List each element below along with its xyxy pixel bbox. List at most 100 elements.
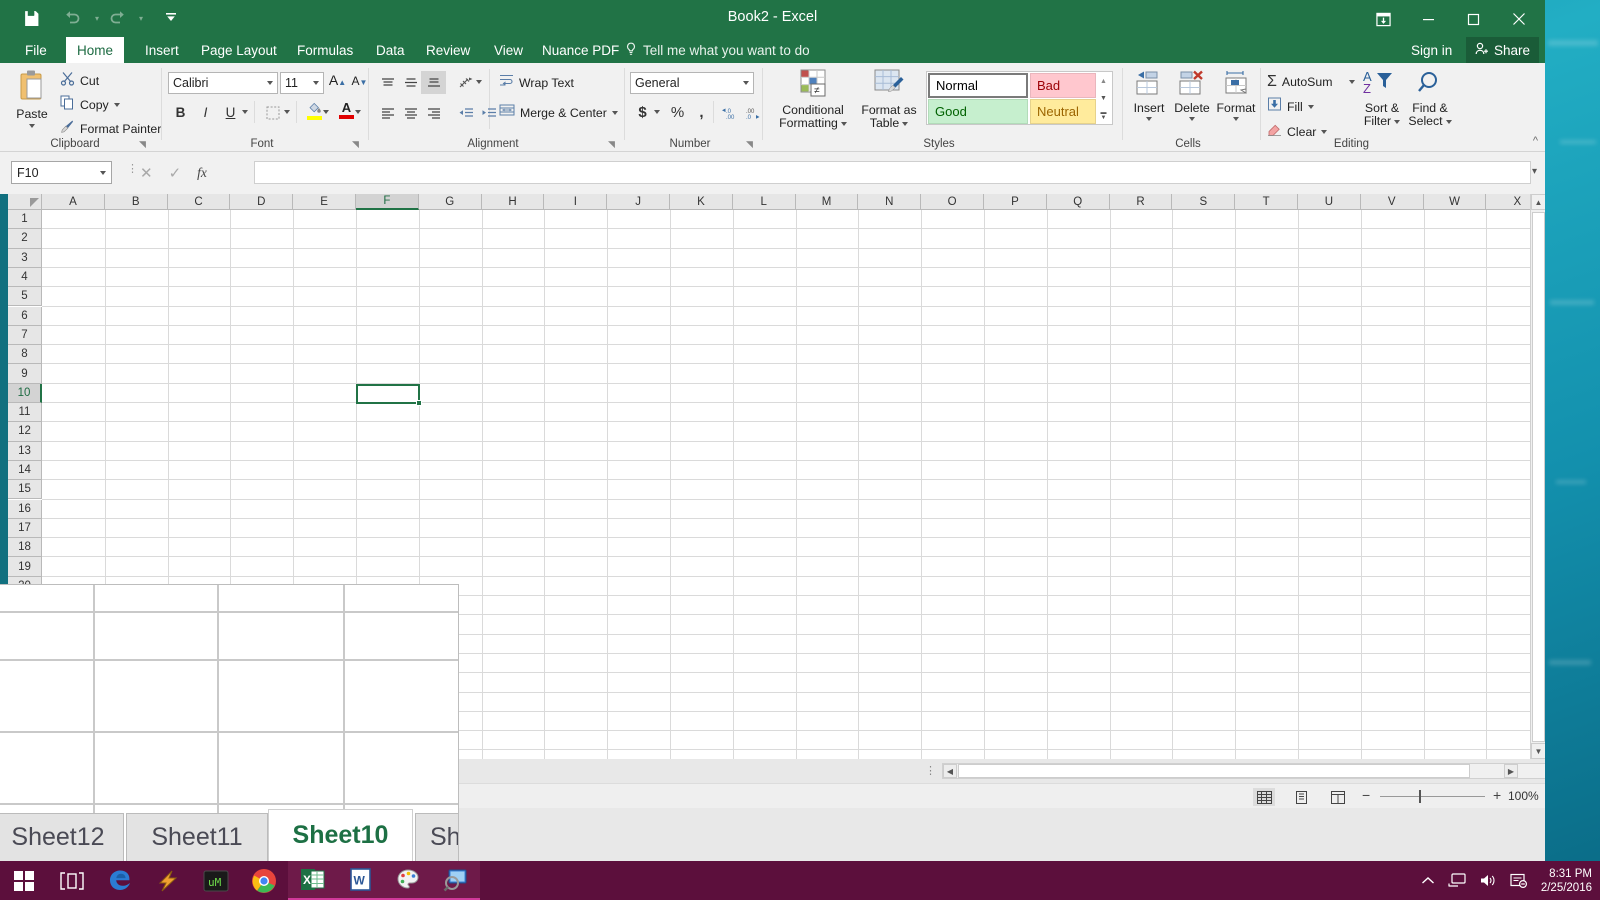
percent-style-button[interactable]: % [665, 101, 690, 124]
collapse-ribbon-icon[interactable]: ^ [1533, 135, 1538, 147]
paste-button[interactable]: Paste [8, 69, 56, 128]
column-header-g[interactable]: G [419, 194, 482, 210]
fill-button[interactable]: Fill [1267, 96, 1314, 117]
task-view-button[interactable] [48, 861, 96, 900]
autosum-button[interactable]: Σ AutoSum [1267, 71, 1355, 92]
align-left-button[interactable] [375, 101, 400, 124]
row-header-15[interactable]: 15 [8, 480, 42, 499]
column-header-v[interactable]: V [1361, 194, 1424, 210]
sort-filter-button[interactable]: AZ Sort & Filter [1359, 69, 1405, 128]
paint-icon[interactable] [384, 861, 432, 900]
font-size-input[interactable]: 11 [280, 72, 324, 94]
alignment-dialog-launcher[interactable]: ◥ [608, 140, 617, 149]
row-header-13[interactable]: 13 [8, 442, 42, 461]
zoom-in-button[interactable]: + [1493, 787, 1501, 803]
tab-page-layout[interactable]: Page Layout [190, 37, 288, 63]
tab-home[interactable]: Home [66, 37, 124, 63]
split-grip-icon[interactable]: ⋮ [925, 764, 937, 777]
format-as-table-dropdown-icon[interactable] [902, 122, 908, 126]
column-header-w[interactable]: W [1424, 194, 1487, 210]
row-header-1[interactable]: 1 [8, 210, 42, 229]
column-header-k[interactable]: K [670, 194, 733, 210]
volume-icon[interactable] [1479, 873, 1497, 888]
insert-function-icon[interactable]: fx [197, 165, 207, 181]
align-middle-button[interactable] [398, 71, 423, 94]
clock[interactable]: 8:31 PM 2/25/2016 [1541, 867, 1592, 895]
gallery-scroll-up-icon[interactable]: ▲ [1096, 73, 1111, 89]
copy-button[interactable]: Copy [60, 94, 161, 115]
row-header-11[interactable]: 11 [8, 403, 42, 422]
row-header-16[interactable]: 16 [8, 500, 42, 519]
name-box[interactable]: F10 [11, 161, 112, 184]
decrease-font-size-button[interactable]: A▼ [350, 72, 369, 94]
gallery-more-icon[interactable]: ▬▼ [1096, 107, 1111, 124]
action-center-icon[interactable] [1510, 873, 1528, 888]
start-button[interactable] [0, 861, 48, 900]
column-header-c[interactable]: C [168, 194, 231, 210]
merge-center-dropdown-icon[interactable] [612, 111, 618, 115]
vertical-scrollbar[interactable]: ▲ ▼ [1530, 194, 1545, 759]
find-select-dropdown-icon[interactable] [1446, 120, 1452, 124]
flash-icon[interactable] [144, 861, 192, 900]
row-header-18[interactable]: 18 [8, 538, 42, 557]
column-header-r[interactable]: R [1110, 194, 1173, 210]
borders-button[interactable] [260, 101, 285, 124]
scroll-left-icon[interactable]: ◀ [943, 764, 957, 778]
gallery-scroll-down-icon[interactable]: ▼ [1096, 90, 1111, 106]
zoom-slider[interactable] [1380, 796, 1485, 797]
row-header-19[interactable]: 19 [8, 557, 42, 576]
column-header-d[interactable]: D [230, 194, 293, 210]
share-button[interactable]: Share [1466, 37, 1539, 63]
um-icon[interactable]: uM [192, 861, 240, 900]
fill-color-dropdown-icon[interactable] [323, 110, 329, 114]
number-format-select[interactable]: General [630, 72, 754, 94]
sheet-tab-partial[interactable]: Sh [415, 813, 458, 861]
conditional-formatting-dropdown-icon[interactable] [841, 122, 847, 126]
style-normal[interactable]: Normal [928, 73, 1028, 98]
ribbon-display-options-icon[interactable] [1361, 5, 1405, 33]
align-center-button[interactable] [398, 101, 423, 124]
increase-font-size-button[interactable]: A▲ [328, 72, 347, 94]
network-icon[interactable] [1448, 873, 1466, 888]
insert-cells-dropdown-icon[interactable] [1146, 117, 1152, 121]
scroll-right-icon[interactable]: ▶ [1504, 764, 1518, 778]
show-hidden-icons-icon[interactable] [1421, 876, 1435, 886]
column-header-h[interactable]: H [482, 194, 545, 210]
increase-indent-button[interactable] [476, 101, 501, 124]
sign-in-button[interactable]: Sign in [1411, 37, 1452, 63]
font-dialog-launcher[interactable]: ◥ [352, 140, 361, 149]
number-format-dropdown-icon[interactable] [743, 81, 749, 85]
scroll-down-icon[interactable]: ▼ [1531, 743, 1545, 759]
row-header-12[interactable]: 12 [8, 422, 42, 441]
column-header-l[interactable]: L [733, 194, 796, 210]
column-header-j[interactable]: J [607, 194, 670, 210]
select-all-corner[interactable] [8, 194, 42, 210]
column-header-i[interactable]: I [544, 194, 607, 210]
font-name-input[interactable]: Calibri [168, 72, 278, 94]
autosum-dropdown-icon[interactable] [1349, 80, 1355, 84]
name-box-dropdown-icon[interactable] [100, 171, 106, 175]
row-header-7[interactable]: 7 [8, 326, 42, 345]
cancel-icon[interactable]: ✕ [140, 164, 153, 182]
font-color-dropdown-icon[interactable] [355, 110, 361, 114]
column-header-e[interactable]: E [293, 194, 356, 210]
clear-dropdown-icon[interactable] [1321, 130, 1327, 134]
row-header-3[interactable]: 3 [8, 249, 42, 268]
column-header-n[interactable]: N [858, 194, 921, 210]
font-size-dropdown-icon[interactable] [313, 81, 319, 85]
insert-cells-button[interactable]: Insert [1129, 69, 1169, 121]
underline-button[interactable]: U [218, 101, 243, 124]
selected-cell[interactable] [356, 384, 420, 404]
tab-formulas[interactable]: Formulas [286, 37, 364, 63]
row-header-14[interactable]: 14 [8, 461, 42, 480]
find-select-button[interactable]: Find & Select [1407, 69, 1453, 128]
column-header-u[interactable]: U [1298, 194, 1361, 210]
tab-insert[interactable]: Insert [134, 37, 190, 63]
row-header-2[interactable]: 2 [8, 229, 42, 248]
formula-input[interactable] [254, 161, 1531, 184]
decrease-indent-button[interactable] [453, 101, 478, 124]
column-header-t[interactable]: T [1235, 194, 1298, 210]
italic-button[interactable]: I [193, 101, 218, 124]
edge-icon[interactable] [96, 861, 144, 900]
sheet-tab-sheet12[interactable]: Sheet12 [0, 813, 124, 861]
